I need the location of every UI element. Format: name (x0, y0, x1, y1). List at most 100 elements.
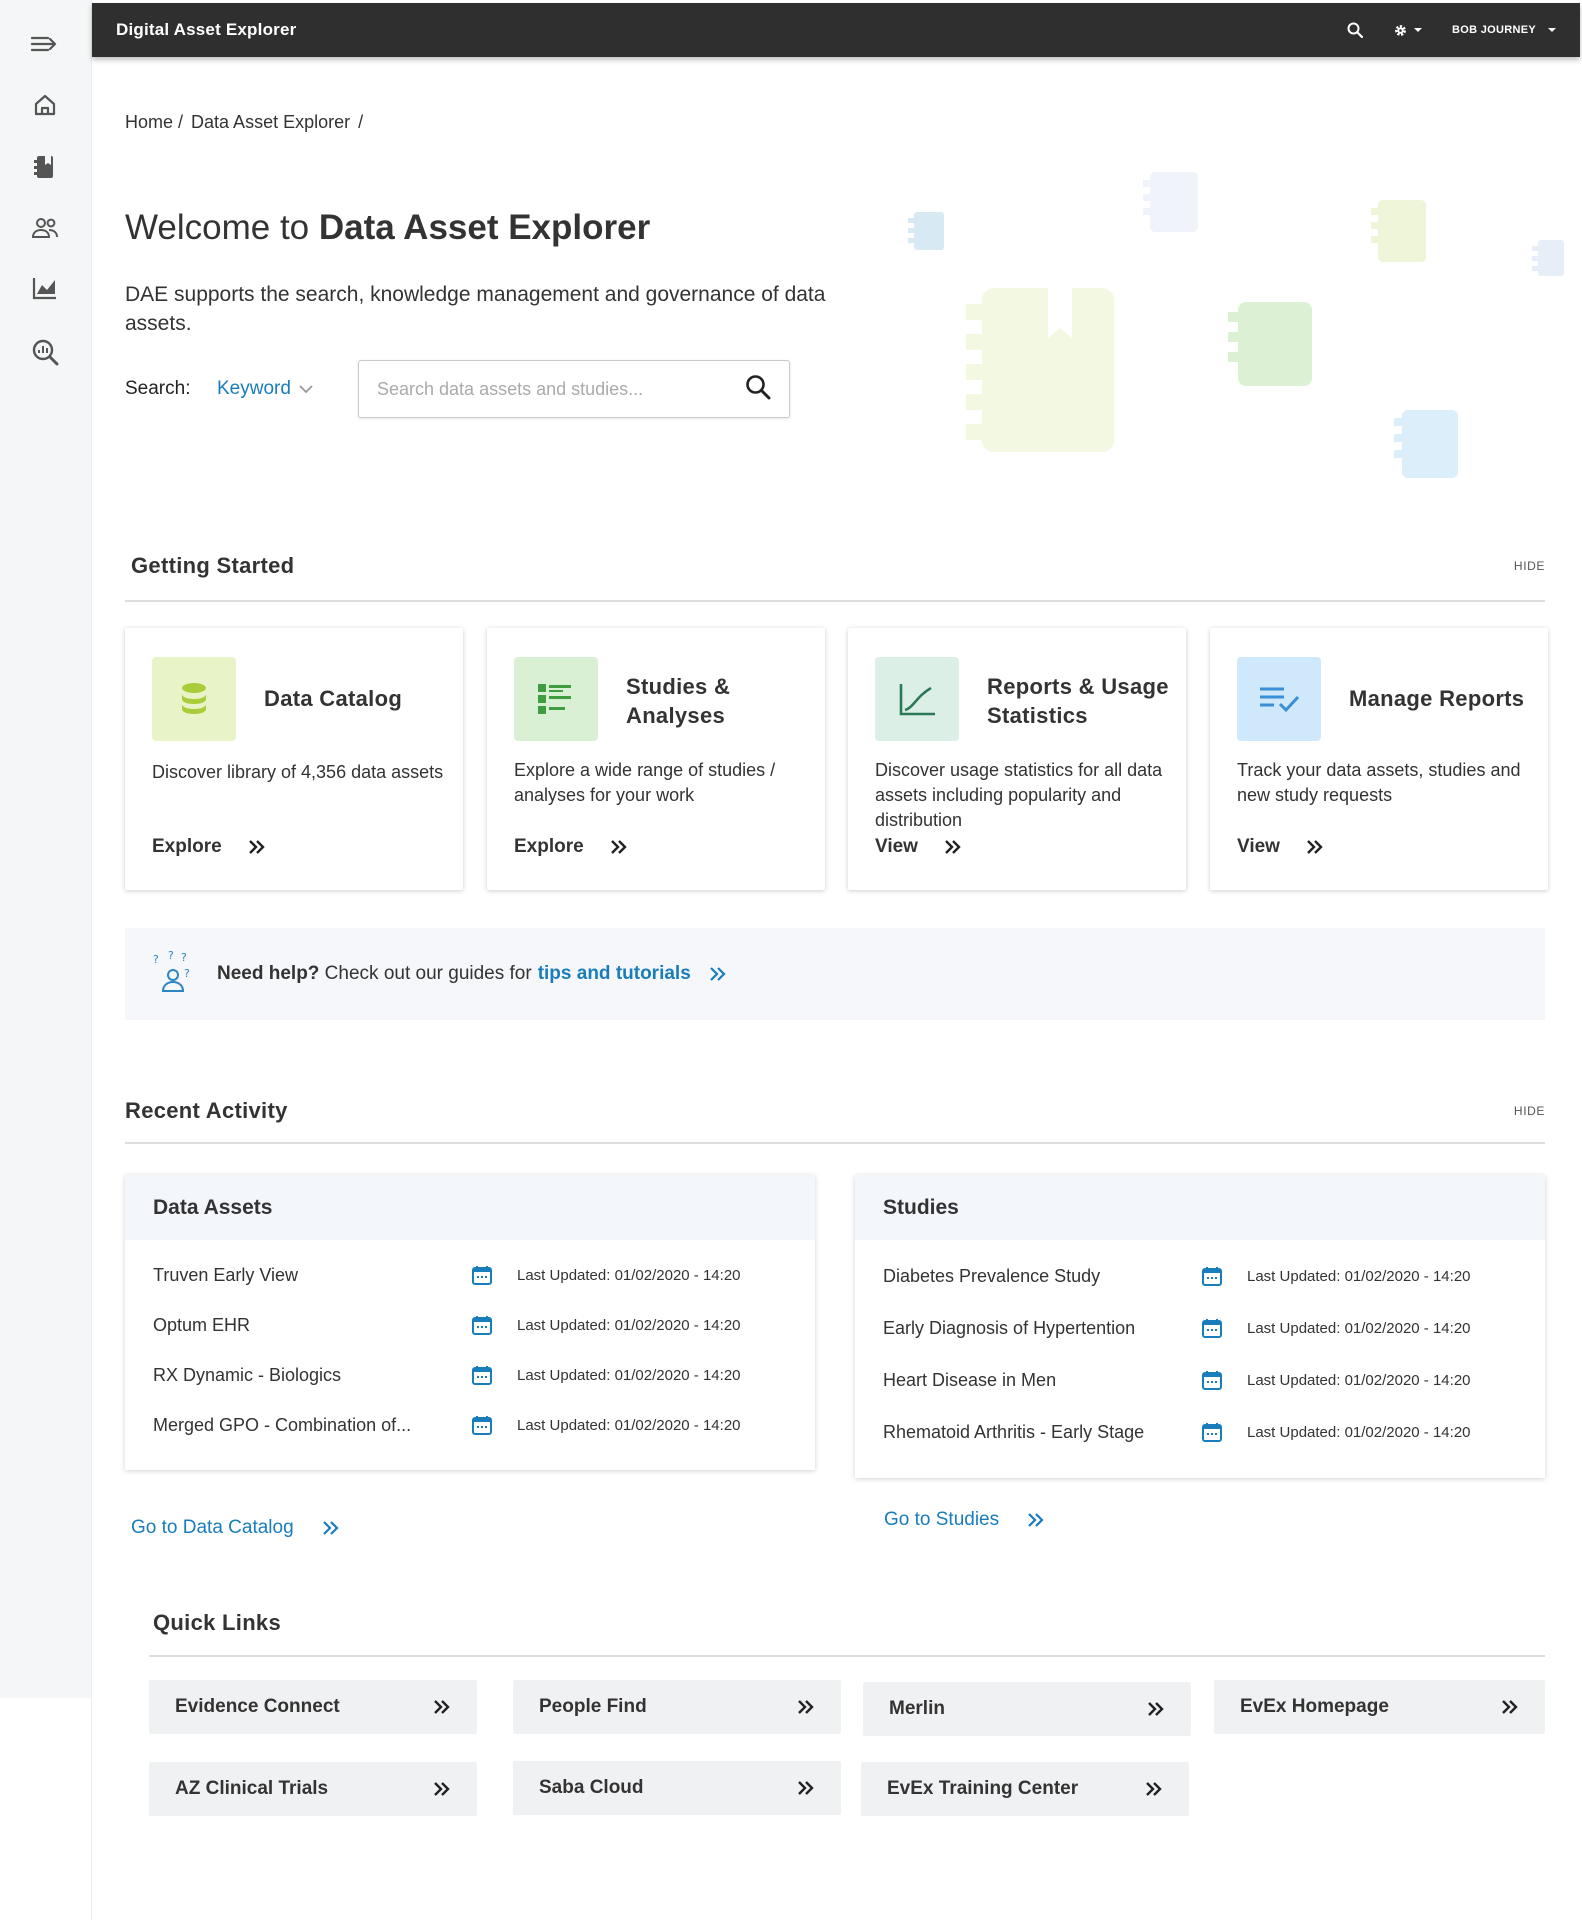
search-row: Search: Keyword (125, 360, 790, 418)
calendar-icon (1201, 1421, 1225, 1443)
asset-name: Truven Early View (153, 1264, 299, 1285)
quick-link-az-clinical-trials[interactable]: AZ Clinical Trials (149, 1762, 477, 1816)
calendar-icon (1201, 1265, 1225, 1287)
study-name: Early Diagnosis of Hypertention (883, 1317, 1136, 1338)
recent-activity-hide-button[interactable]: HIDE (1514, 1104, 1545, 1118)
svg-text:?: ? (181, 951, 187, 964)
page-title-bold: Data Asset Explorer (318, 208, 651, 247)
svg-text:?: ? (184, 967, 190, 980)
card-studies-analyses[interactable]: Studies & Analyses Explore a wide range … (487, 628, 825, 890)
calendar-icon (471, 1314, 495, 1336)
svg-text:?: ? (153, 953, 159, 966)
card-action[interactable]: Explore (514, 836, 628, 858)
study-name: Diabetes Prevalence Study (883, 1265, 1101, 1286)
quick-links-title: Quick Links (153, 1610, 282, 1635)
breadcrumb-current[interactable]: Data Asset Explorer (191, 112, 350, 133)
study-name: Heart Disease in Men (883, 1369, 1057, 1390)
card-title: Manage Reports (1349, 686, 1525, 711)
quick-link-label: AZ Clinical Trials (175, 1778, 329, 1799)
double-chevron-right-icon[interactable] (709, 966, 727, 982)
list-item[interactable]: Merged GPO - Combination of... Last Updat… (125, 1400, 815, 1450)
double-chevron-right-icon (945, 840, 961, 854)
quick-link-evex-homepage[interactable]: EvEx Homepage (1214, 1680, 1545, 1734)
last-updated: Last Updated: 01/02/2020 - 14:20 (1247, 1319, 1471, 1337)
page-title: Welcome to Data Asset Explorer (125, 208, 650, 248)
last-updated: Last Updated: 01/02/2020 - 14:20 (1247, 1371, 1471, 1389)
card-action[interactable]: Explore (152, 836, 266, 858)
double-chevron-right-icon (798, 1781, 814, 1795)
search-box (358, 360, 790, 418)
search-input[interactable] (377, 378, 745, 400)
list-icon (514, 657, 598, 741)
quick-link-evidence-connect[interactable]: Evidence Connect (149, 1680, 477, 1734)
breadcrumb-separator: / (358, 112, 364, 132)
card-reports-usage[interactable]: Reports & Usage Statistics Discover usag… (848, 628, 1186, 890)
quick-link-evex-training-center[interactable]: EvEx Training Center (861, 1762, 1189, 1816)
getting-started-header: Getting Started HIDE (125, 553, 1545, 602)
quick-link-people-find[interactable]: People Find (513, 1680, 841, 1734)
last-updated: Last Updated: 01/02/2020 - 14:20 (517, 1266, 741, 1284)
go-to-studies-label: Go to Studies (884, 1509, 1000, 1530)
search-mode-value: Keyword (217, 378, 291, 399)
double-chevron-right-icon (798, 1700, 814, 1714)
list-item[interactable]: Optum EHR Last Updated: 01/02/2020 - 14:2… (125, 1300, 815, 1350)
page-gutter (0, 1698, 92, 1920)
asset-name: Merged GPO - Combination of... (153, 1414, 412, 1435)
search-label: Search: (125, 378, 191, 399)
card-action-label: Explore (152, 836, 222, 857)
card-action[interactable]: View (1237, 836, 1324, 858)
double-chevron-right-icon (1148, 1702, 1164, 1716)
checklist-icon (1237, 657, 1321, 741)
card-title: Data Catalog (264, 686, 403, 711)
card-title: Studies & Analyses (626, 674, 731, 728)
quick-link-label: Evidence Connect (175, 1696, 340, 1717)
list-item[interactable]: Diabetes Prevalence Study Last Updated: 0… (855, 1250, 1545, 1302)
go-to-data-catalog-label: Go to Data Catalog (131, 1517, 294, 1538)
line-chart-icon (875, 657, 959, 741)
intro-text: DAE supports the search, knowledge manag… (125, 283, 826, 335)
double-chevron-right-icon (248, 840, 265, 854)
double-chevron-right-icon (1146, 1782, 1162, 1796)
card-action-label: Explore (514, 836, 584, 857)
breadcrumb: Home / Data Asset Explorer / (125, 112, 363, 133)
quick-link-saba-cloud[interactable]: Saba Cloud (513, 1761, 841, 1815)
getting-started-hide-button[interactable]: HIDE (1514, 559, 1545, 573)
recent-activity-title: Recent Activity (125, 1098, 288, 1123)
card-description: Track your data assets, studies and new … (1237, 760, 1521, 805)
double-chevron-right-icon (1502, 1700, 1518, 1714)
card-description: Discover library of 4,356 data assets (152, 762, 444, 782)
tips-tutorials-link[interactable]: tips and tutorials (538, 963, 691, 985)
quick-link-label: EvEx Homepage (1240, 1696, 1389, 1717)
card-action[interactable]: View (875, 836, 962, 858)
breadcrumb-home[interactable]: Home / (125, 112, 183, 133)
quick-link-merlin[interactable]: Merlin (863, 1682, 1191, 1736)
last-updated: Last Updated: 01/02/2020 - 14:20 (1247, 1423, 1471, 1441)
data-assets-panel: Data Assets Truven Early View Last Update… (125, 1175, 815, 1470)
list-item[interactable]: Early Diagnosis of Hypertention Last Upda… (855, 1302, 1545, 1354)
double-chevron-right-icon (1307, 840, 1323, 854)
go-to-studies-link[interactable]: Go to Studies (884, 1509, 1045, 1531)
card-action-label: View (875, 836, 918, 857)
card-data-catalog[interactable]: Data Catalog Discover library of 4,356 d… (125, 628, 463, 890)
database-icon (152, 657, 236, 741)
calendar-icon (471, 1414, 495, 1436)
double-chevron-right-icon (610, 840, 627, 854)
list-item[interactable]: Rhematoid Arthritis - Early Stage Last Up… (855, 1406, 1545, 1458)
page-title-prefix: Welcome to (125, 208, 319, 247)
calendar-icon (471, 1364, 495, 1386)
search-mode-dropdown[interactable]: Keyword (217, 378, 358, 400)
list-item[interactable]: Heart Disease in Men Last Updated: 01/02/… (855, 1354, 1545, 1406)
double-chevron-right-icon (1028, 1513, 1044, 1527)
card-manage-reports[interactable]: Manage Reports Track your data assets, s… (1210, 628, 1548, 890)
go-to-data-catalog-link[interactable]: Go to Data Catalog (131, 1517, 340, 1539)
decorative-catalog-icons (908, 172, 1564, 478)
list-item[interactable]: RX Dynamic - Biologics Last Updated: 01/0… (125, 1350, 815, 1400)
double-chevron-right-icon (434, 1782, 450, 1796)
list-item[interactable]: Truven Early View Last Updated: 01/02/202… (125, 1250, 815, 1300)
panel-title: Data Assets (125, 1175, 815, 1240)
search-icon[interactable] (745, 374, 771, 405)
recent-activity-header: Recent Activity HIDE (125, 1098, 1545, 1144)
panel-title: Studies (855, 1175, 1545, 1240)
last-updated: Last Updated: 01/02/2020 - 14:20 (1247, 1267, 1471, 1285)
quick-link-label: Merlin (889, 1698, 945, 1719)
